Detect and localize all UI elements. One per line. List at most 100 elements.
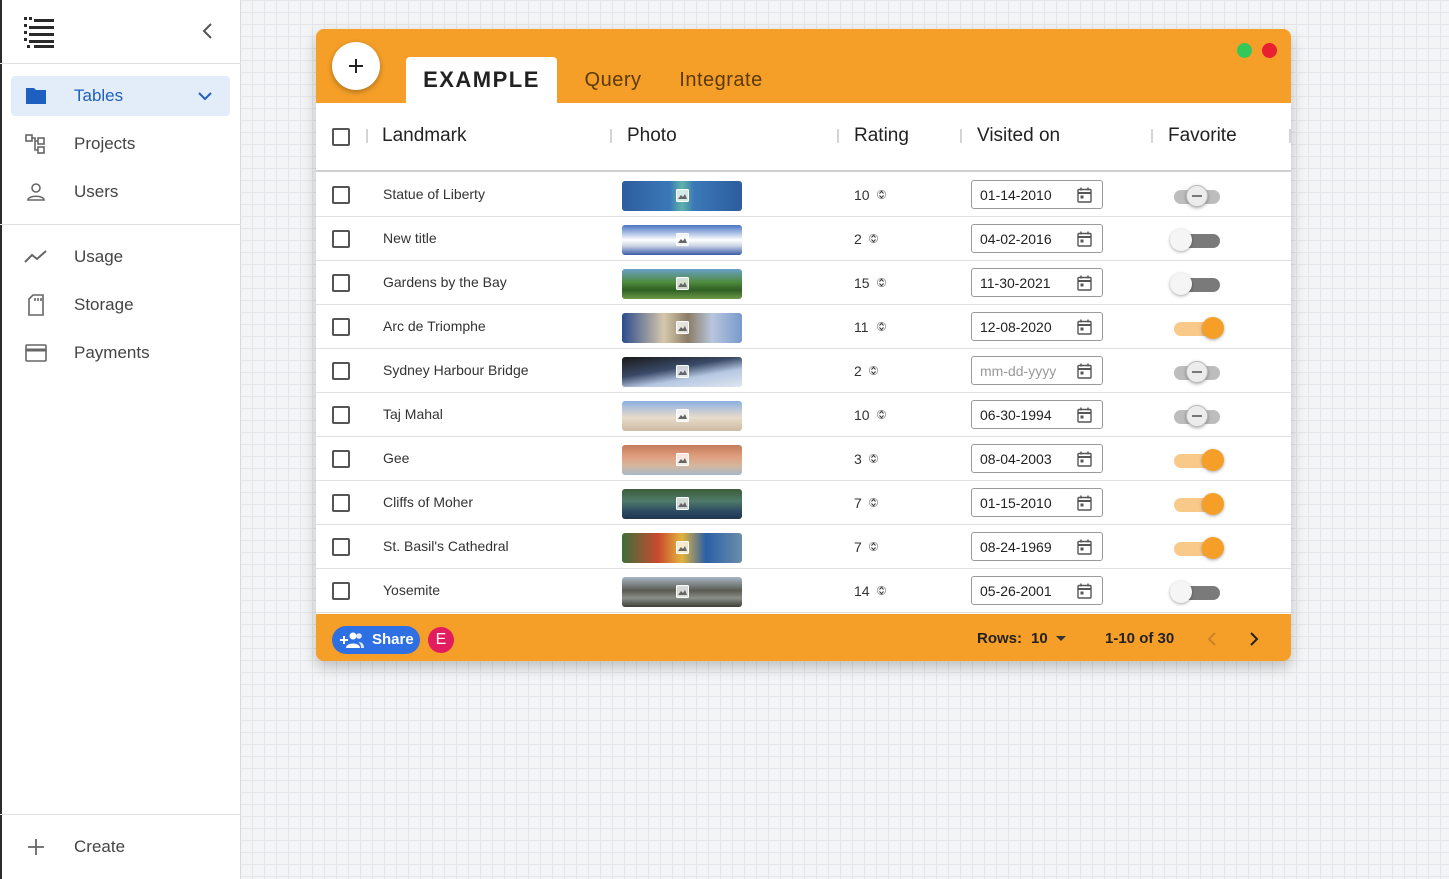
landmark-photo[interactable] [622,489,742,519]
green-window-dot[interactable] [1237,43,1252,58]
favorite-toggle[interactable] [1174,493,1224,517]
calendar-icon[interactable] [1077,539,1092,555]
column-header-rating[interactable]: Rating [854,125,909,147]
rating-value[interactable]: 10 [854,407,870,423]
calendar-icon[interactable] [1077,319,1092,335]
share-button[interactable]: Share [332,626,420,654]
rating-stepper-icon[interactable] [869,539,878,554]
column-header-favorite[interactable]: Favorite [1168,125,1237,147]
table-row[interactable]: Arc de Triomphe 11 12-08-2020 [316,305,1291,349]
row-checkbox[interactable] [332,582,350,600]
rating-stepper-icon[interactable] [869,231,878,246]
rating-value[interactable]: 10 [854,187,870,203]
landmark-photo[interactable] [622,269,742,299]
row-checkbox[interactable] [332,186,350,204]
visited-on-date-input[interactable]: 06-30-1994 [971,400,1103,429]
rating-value[interactable]: 15 [854,275,870,291]
row-checkbox[interactable] [332,230,350,248]
row-checkbox[interactable] [332,450,350,468]
sidebar-item-tables[interactable]: Tables [11,76,230,116]
rating-value[interactable]: 14 [854,583,870,599]
rating-value[interactable]: 3 [854,451,862,467]
favorite-toggle[interactable] [1174,361,1224,385]
next-page-icon[interactable] [1243,629,1263,649]
tab-integrate[interactable]: Integrate [670,57,772,103]
rating-stepper-icon[interactable] [869,363,878,378]
table-row[interactable]: Statue of Liberty 10 01-14-2010 [316,173,1291,217]
collapse-sidebar-icon[interactable] [198,20,218,42]
row-checkbox[interactable] [332,406,350,424]
table-row[interactable]: St. Basil's Cathedral 7 08-24-1969 [316,525,1291,569]
table-row[interactable]: Yosemite 14 05-26-2001 [316,569,1291,613]
tab-query[interactable]: Query [574,57,652,103]
rows-per-page-select[interactable]: 10 [1031,630,1071,647]
table-row[interactable]: Cliffs of Moher 7 01-15-2010 [316,481,1291,525]
landmark-photo[interactable] [622,445,742,475]
favorite-toggle[interactable] [1174,449,1224,473]
visited-on-date-input[interactable]: 01-14-2010 [971,180,1103,209]
column-header-photo[interactable]: Photo [627,125,677,147]
row-checkbox[interactable] [332,538,350,556]
table-row[interactable]: Gee 3 08-04-2003 [316,437,1291,481]
close-window-dot[interactable] [1262,43,1277,58]
landmark-photo[interactable] [622,181,742,211]
landmark-photo[interactable] [622,577,742,607]
calendar-icon[interactable] [1077,187,1092,203]
rating-stepper-icon[interactable] [869,495,878,510]
rating-value[interactable]: 2 [854,363,862,379]
rating-value[interactable]: 7 [854,539,862,555]
rating-value[interactable]: 7 [854,495,862,511]
favorite-toggle[interactable] [1174,405,1224,429]
landmark-photo[interactable] [622,533,742,563]
favorite-toggle[interactable] [1170,273,1224,297]
rating-stepper-icon[interactable] [869,451,878,466]
rating-stepper-icon[interactable] [877,407,886,422]
chevron-down-icon[interactable] [195,86,215,106]
favorite-toggle[interactable] [1174,317,1224,341]
sidebar-item-users[interactable]: Users [11,172,230,212]
table-row[interactable]: Sydney Harbour Bridge 2 mm-dd-yyyy [316,349,1291,393]
rating-stepper-icon[interactable] [877,187,886,202]
row-checkbox[interactable] [332,362,350,380]
avatar[interactable]: E [428,627,454,653]
landmark-photo[interactable] [622,357,742,387]
table-row[interactable]: Taj Mahal 10 06-30-1994 [316,393,1291,437]
favorite-toggle[interactable] [1174,185,1224,209]
add-button[interactable] [332,42,380,90]
column-header-visited-on[interactable]: Visited on [977,125,1060,147]
visited-on-date-input[interactable]: 08-24-1969 [971,532,1103,561]
previous-page-icon[interactable] [1203,629,1223,649]
select-all-checkbox[interactable] [332,128,350,146]
rating-stepper-icon[interactable] [877,275,886,290]
calendar-icon[interactable] [1077,407,1092,423]
tab-example[interactable]: EXAMPLE [406,57,557,103]
table-row[interactable]: Gardens by the Bay 15 11-30-2021 [316,261,1291,305]
rating-stepper-icon[interactable] [877,319,886,334]
table-row[interactable]: New title 2 04-02-2016 [316,217,1291,261]
calendar-icon[interactable] [1077,495,1092,511]
landmark-photo[interactable] [622,401,742,431]
calendar-icon[interactable] [1077,275,1092,291]
landmark-photo[interactable] [622,225,742,255]
sidebar-item-usage[interactable]: Usage [11,237,230,277]
visited-on-date-input[interactable]: 05-26-2001 [971,576,1103,605]
row-checkbox[interactable] [332,274,350,292]
rating-value[interactable]: 2 [854,231,862,247]
favorite-toggle[interactable] [1170,581,1224,605]
rating-stepper-icon[interactable] [877,583,886,598]
sidebar-item-projects[interactable]: Projects [11,124,230,164]
calendar-icon[interactable] [1077,231,1092,247]
visited-on-date-input[interactable]: 08-04-2003 [971,444,1103,473]
visited-on-date-input[interactable]: mm-dd-yyyy [971,356,1103,385]
sidebar-item-payments[interactable]: Payments [11,333,230,373]
favorite-toggle[interactable] [1170,229,1224,253]
row-checkbox[interactable] [332,494,350,512]
visited-on-date-input[interactable]: 01-15-2010 [971,488,1103,517]
favorite-toggle[interactable] [1174,537,1224,561]
calendar-icon[interactable] [1077,451,1092,467]
landmark-photo[interactable] [622,313,742,343]
rating-value[interactable]: 11 [854,319,869,335]
column-header-landmark[interactable]: Landmark [382,125,467,147]
calendar-icon[interactable] [1077,363,1092,379]
visited-on-date-input[interactable]: 04-02-2016 [971,224,1103,253]
